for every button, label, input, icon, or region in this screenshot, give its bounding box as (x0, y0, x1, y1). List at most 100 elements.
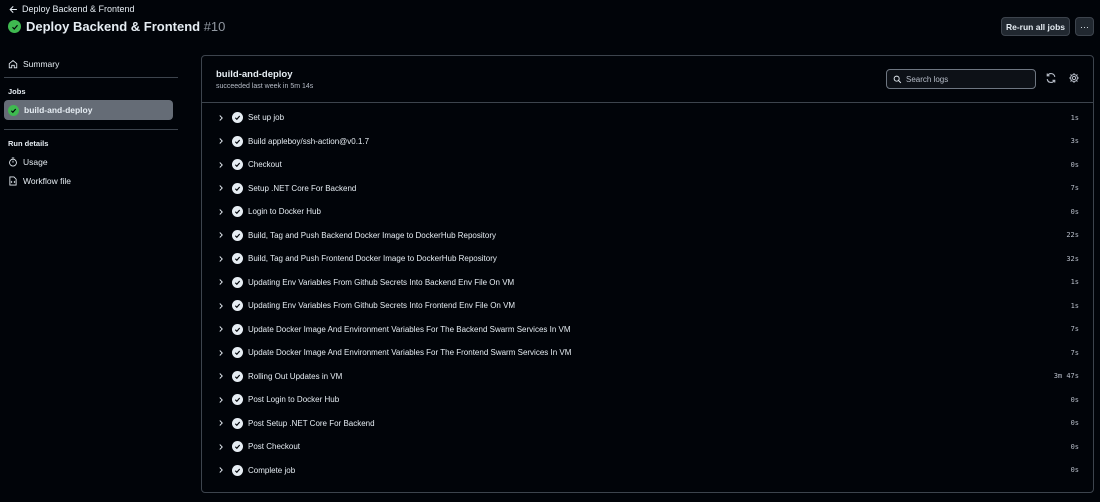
check-circle-fill-icon (232, 182, 243, 194)
chevron-right-icon (219, 138, 223, 145)
sidebar-item-workflow-file[interactable]: Workflow file (0, 171, 180, 190)
page-title: Deploy Backend & Frontend #10 (8, 19, 225, 34)
check-circle-fill-icon (232, 253, 243, 265)
step-name: Set up job (248, 113, 285, 123)
step-name: Post Checkout (248, 442, 301, 452)
sidebar-item-build-and-deploy[interactable]: build-and-deploy (4, 100, 173, 120)
job-panel: build-and-deploy succeeded last week in … (201, 55, 1094, 493)
step-name: Updating Env Variables From Github Secre… (248, 277, 515, 287)
gear-icon[interactable] (1068, 72, 1080, 84)
step-name: Update Docker Image And Environment Vari… (248, 324, 571, 334)
step-name: Complete job (248, 465, 296, 475)
step-row[interactable]: Login to Docker Hub 0s (202, 200, 1093, 224)
step-duration: 22s (1066, 231, 1079, 240)
step-row[interactable]: Post Login to Docker Hub 0s (202, 388, 1093, 412)
rerun-all-jobs-button[interactable]: Re-run all jobs (1001, 17, 1070, 36)
check-circle-fill-icon (232, 300, 243, 312)
step-duration: 0s (1070, 466, 1079, 475)
sync-icon[interactable] (1045, 72, 1057, 84)
check-circle-fill-icon (232, 464, 243, 476)
check-circle-fill-icon (8, 20, 21, 33)
step-row[interactable]: Updating Env Variables From Github Secre… (202, 294, 1093, 318)
chevron-right-icon (219, 302, 223, 309)
step-name: Login to Docker Hub (248, 207, 321, 217)
step-name: Build, Tag and Push Frontend Docker Imag… (248, 254, 497, 264)
check-circle-fill-icon (232, 394, 243, 406)
step-row[interactable]: Checkout 0s (202, 153, 1093, 177)
step-duration: 3s (1070, 137, 1079, 146)
search-logs-input[interactable] (906, 74, 1026, 84)
chevron-right-icon (219, 443, 223, 450)
sidebar-item-label: Usage (23, 156, 48, 167)
steps-list: Set up job 1s Build appleboy/ssh-action@… (202, 103, 1093, 482)
back-link[interactable]: Deploy Backend & Frontend (9, 4, 135, 14)
more-options-button[interactable]: ··· (1075, 17, 1094, 36)
step-duration: 0s (1070, 160, 1079, 169)
step-name: Build appleboy/ssh-action@v0.1.7 (248, 136, 370, 146)
check-circle-fill-icon (232, 441, 243, 453)
step-name: Post Login to Docker Hub (248, 395, 340, 405)
sidebar-item-summary[interactable]: Summary (0, 54, 180, 73)
check-circle-fill-icon (8, 104, 19, 116)
step-duration: 32s (1066, 254, 1079, 263)
search-logs-box[interactable] (886, 69, 1036, 89)
stopwatch-icon (9, 157, 17, 166)
step-row[interactable]: Update Docker Image And Environment Vari… (202, 341, 1093, 365)
chevron-right-icon (219, 326, 223, 333)
chevron-right-icon (219, 420, 223, 427)
chevron-right-icon (219, 255, 223, 262)
step-row[interactable]: Build, Tag and Push Frontend Docker Imag… (202, 247, 1093, 271)
step-name: Setup .NET Core For Backend (248, 183, 357, 193)
run-details-heading: Run details (8, 138, 49, 148)
step-duration: 0s (1070, 419, 1079, 428)
top-bar: Deploy Backend & Frontend Deploy Backend… (0, 0, 1100, 50)
step-name: Build, Tag and Push Backend Docker Image… (248, 230, 496, 240)
search-icon (893, 75, 902, 83)
step-duration: 3m 47s (1053, 372, 1079, 381)
step-row[interactable]: Build appleboy/ssh-action@v0.1.7 3s (202, 130, 1093, 154)
step-duration: 1s (1070, 113, 1079, 122)
check-circle-fill-icon (232, 417, 243, 429)
step-duration: 0s (1070, 395, 1079, 404)
sidebar-item-usage[interactable]: Usage (0, 152, 180, 171)
jobs-heading: Jobs (8, 86, 26, 96)
check-circle-fill-icon (232, 159, 243, 171)
step-name: Post Setup .NET Core For Backend (248, 418, 375, 428)
chevron-right-icon (219, 373, 223, 380)
step-row[interactable]: Update Docker Image And Environment Vari… (202, 318, 1093, 342)
step-row[interactable]: Complete job 0s (202, 459, 1093, 483)
chevron-right-icon (219, 185, 223, 192)
check-circle-fill-icon (232, 206, 243, 218)
back-link-label: Deploy Backend & Frontend (22, 4, 135, 14)
sidebar-divider (4, 129, 178, 130)
step-row[interactable]: Post Setup .NET Core For Backend 0s (202, 412, 1093, 436)
step-name: Rolling Out Updates in VM (248, 371, 343, 381)
check-circle-fill-icon (232, 135, 243, 147)
kebab-horizontal-icon: ··· (1080, 21, 1089, 32)
run-number: #10 (203, 19, 226, 34)
sidebar-item-label: Summary (23, 58, 60, 69)
sidebar-item-label: Workflow file (23, 175, 72, 186)
step-duration: 7s (1070, 348, 1079, 357)
step-row[interactable]: Set up job 1s (202, 106, 1093, 130)
step-row[interactable]: Setup .NET Core For Backend 7s (202, 177, 1093, 201)
step-duration: 7s (1070, 184, 1079, 193)
workflow-title-text: Deploy Backend & Frontend (26, 19, 201, 34)
step-duration: 0s (1070, 442, 1079, 451)
chevron-right-icon (219, 208, 223, 215)
job-status-text: succeeded last week in 5m 14s (216, 83, 314, 90)
workflow-title: Deploy Backend & Frontend #10 (26, 19, 225, 34)
check-circle-fill-icon (232, 276, 243, 288)
step-row[interactable]: Post Checkout 0s (202, 435, 1093, 459)
arrow-left-icon (9, 5, 17, 13)
step-row[interactable]: Rolling Out Updates in VM 3m 47s (202, 365, 1093, 389)
step-name: Updating Env Variables From Github Secre… (248, 301, 516, 311)
step-row[interactable]: Updating Env Variables From Github Secre… (202, 271, 1093, 295)
home-icon (8, 59, 18, 68)
chevron-right-icon (219, 349, 223, 356)
step-row[interactable]: Build, Tag and Push Backend Docker Image… (202, 224, 1093, 248)
step-name: Checkout (248, 160, 282, 170)
chevron-right-icon (219, 396, 223, 403)
job-header: build-and-deploy succeeded last week in … (202, 56, 1093, 103)
job-title: build-and-deploy (216, 69, 293, 80)
